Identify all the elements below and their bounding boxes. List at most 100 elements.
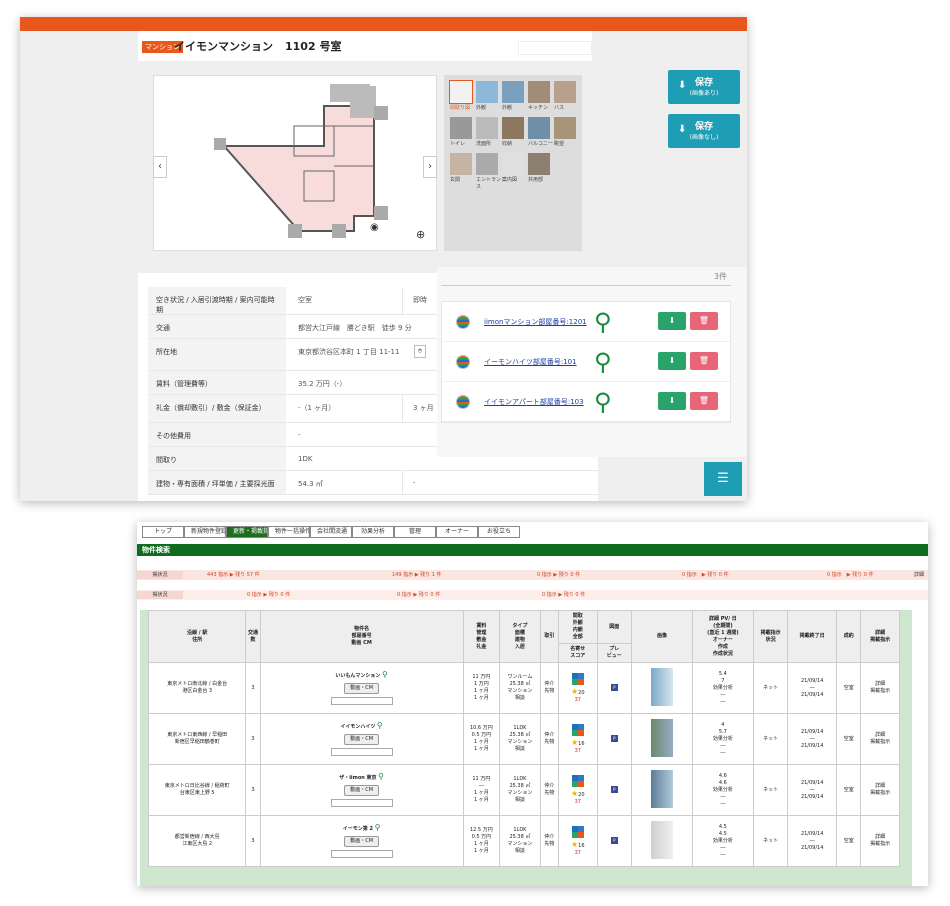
video-cm-button[interactable]: 動画・CM xyxy=(344,734,380,745)
name-cell: イーモン第 2 ⚲ 動画・CM xyxy=(259,815,464,867)
image-cell xyxy=(631,764,693,816)
building-image[interactable] xyxy=(650,718,673,757)
col-detail: 詳細 掲載指示 xyxy=(860,610,900,663)
next-image-button[interactable]: › xyxy=(423,156,437,178)
thumbnail-label: バス xyxy=(554,105,565,111)
col-name: 物件名 部屋番号 動画 CM xyxy=(259,610,464,663)
property-name[interactable]: イーモン第 2 xyxy=(343,826,373,832)
preview-cell: P xyxy=(596,713,633,765)
contract-cell: 空室 xyxy=(836,764,862,816)
map-pin-icon[interactable]: ⌾ xyxy=(414,345,427,358)
room-number-input[interactable] xyxy=(330,850,393,858)
preview-button[interactable]: P xyxy=(610,735,618,742)
common-area-thumb[interactable] xyxy=(528,153,550,175)
title-bar: マンション イイモンマンション 1102 号室 xyxy=(138,31,592,61)
preview-button[interactable]: P xyxy=(610,837,618,844)
detail-cell[interactable]: 詳細 掲載指示 xyxy=(860,713,900,765)
storage-thumb[interactable] xyxy=(502,117,524,139)
prev-image-button[interactable]: ‹ xyxy=(153,156,167,178)
info-key: 空き状況 / 入居引渡時期 / 案内可能時期 xyxy=(148,287,286,314)
save-without-images-button[interactable]: ⬇ 保存 (画像なし) xyxy=(668,114,740,148)
delete-button[interactable]: 🗑 xyxy=(690,392,718,410)
kitchen-thumb[interactable] xyxy=(528,81,550,103)
type-cell: ワンルーム 25.38 ㎡ マンション 相談 xyxy=(499,662,541,714)
nav-tab[interactable]: 会社間流通 xyxy=(310,526,352,538)
detail-cell[interactable]: 詳細 掲載指示 xyxy=(860,764,900,816)
score-37: 37 xyxy=(574,798,581,805)
detail-cell[interactable]: 詳細 掲載指示 xyxy=(860,815,900,867)
video-cm-button[interactable]: 動画・CM xyxy=(344,836,380,847)
detail-cell[interactable]: 詳細 掲載指示 xyxy=(860,662,900,714)
room-number-input[interactable] xyxy=(330,799,393,807)
floorplan-thumb[interactable] xyxy=(449,80,473,104)
related-properties-list: iimonマンション部屋番号:1201 ⚲ ⬇ 🗑 イーモンハイツ部屋番号:101 ⚲ ⬇ 🗑… xyxy=(441,301,731,423)
list-view-button[interactable]: ☰ xyxy=(704,462,742,496)
walk-cell: 3 xyxy=(245,764,261,816)
magnifier-icon[interactable]: ⚲ xyxy=(594,348,612,376)
name-cell: いいもんマンション ⚲ 動画・CM xyxy=(259,662,464,714)
zoom-in-icon[interactable]: ⊕ xyxy=(416,228,425,241)
image-cell xyxy=(631,713,693,765)
exterior-thumb[interactable] xyxy=(476,81,498,103)
lobby-thumb[interactable] xyxy=(476,153,498,175)
download-button[interactable]: ⬇ xyxy=(658,312,686,330)
property-name[interactable]: いいもんマンション xyxy=(335,673,380,679)
video-cm-button[interactable]: 動画・CM xyxy=(344,683,380,694)
nav-tab[interactable]: 新規物件登録 xyxy=(184,526,226,538)
download-button[interactable]: ⬇ xyxy=(658,392,686,410)
nav-tab[interactable]: 効果分析 xyxy=(352,526,394,538)
thumbnail-label: 洗面所 xyxy=(476,141,492,147)
nav-tab[interactable]: トップ xyxy=(142,526,184,538)
main-nav: トップ新規物件登録更新・掲載指示物件一括操作会社間流通効果分析管理オーナーお役立… xyxy=(142,526,520,538)
property-name[interactable]: ザ・iimon 東京 xyxy=(339,775,376,781)
delete-button[interactable]: 🗑 xyxy=(690,312,718,330)
deal-cell: 仲介 先物 xyxy=(539,764,559,816)
search-icon[interactable]: ⚲ xyxy=(377,721,383,730)
delete-button[interactable]: 🗑 xyxy=(690,352,718,370)
property-name[interactable]: イイモンハイツ xyxy=(340,724,375,730)
toilet-thumb[interactable] xyxy=(450,117,472,139)
col-walk: 交通数 xyxy=(245,610,261,663)
room-number-input[interactable] xyxy=(330,697,393,705)
nav-tab[interactable]: オーナー xyxy=(436,526,478,538)
map-thumb[interactable] xyxy=(502,153,524,175)
info-value-2: 即時 xyxy=(402,287,437,314)
info-key: 交通 xyxy=(148,315,286,338)
search-icon[interactable]: ⚲ xyxy=(378,772,384,781)
building-image[interactable] xyxy=(650,667,673,706)
related-property-link[interactable]: iimonマンション部屋番号:1201 xyxy=(484,317,587,327)
video-cm-button[interactable]: 動画・CM xyxy=(344,785,380,796)
search-icon[interactable]: ⚲ xyxy=(375,823,381,832)
exterior-thumb[interactable] xyxy=(502,81,524,103)
col-type: タイプ 面積 建物 入居 xyxy=(499,610,541,663)
results-table-wrapper: 沿線 / 駅 住所 交通数 物件名 部屋番号 動画 CM 賃料 管理 敷金 礼金… xyxy=(140,610,912,886)
preview-button[interactable]: P xyxy=(610,684,618,691)
related-property-link[interactable]: イーモンハイツ部屋番号:101 xyxy=(484,357,577,367)
nav-tab[interactable]: お役立ち xyxy=(478,526,520,538)
magnifier-icon[interactable]: ⚲ xyxy=(594,388,612,416)
washroom-thumb[interactable] xyxy=(476,117,498,139)
building-image[interactable] xyxy=(650,820,673,859)
nav-tab[interactable]: 更新・掲載指示 xyxy=(226,526,268,538)
related-property-link[interactable]: イイモンアパート部屋番号:103 xyxy=(484,397,584,407)
download-button[interactable]: ⬇ xyxy=(658,352,686,370)
room-number-input[interactable] xyxy=(330,748,393,756)
info-key: その他費用 xyxy=(148,423,286,446)
bath-thumb[interactable] xyxy=(554,81,576,103)
preview-button[interactable]: P xyxy=(610,786,618,793)
search-icon[interactable]: ⚲ xyxy=(382,670,388,679)
related-properties-panel: 3件 iimonマンション部屋番号:1201 ⚲ ⬇ 🗑 イーモンハイツ部屋番号:101… xyxy=(437,267,747,457)
info-value: 1DK xyxy=(298,455,313,463)
image-thumbnails: 間取り図 外観 外観 キッチン バス トイレ 洗面所 収納 バルコニー 眺望 玄関 エントランス 案内図… xyxy=(444,75,582,251)
nav-tab[interactable]: 物件一括操作 xyxy=(268,526,310,538)
view-thumb[interactable] xyxy=(554,117,576,139)
status-detail-link[interactable]: 詳細 xyxy=(914,571,924,578)
entrance-thumb[interactable] xyxy=(450,153,472,175)
magnifier-icon[interactable]: ⚲ xyxy=(594,308,612,336)
thumbnail-label: 外観 xyxy=(476,105,487,111)
info-value-2: - xyxy=(402,471,426,494)
building-image[interactable] xyxy=(650,769,673,808)
nav-tab[interactable]: 管理 xyxy=(394,526,436,538)
balcony-thumb[interactable] xyxy=(528,117,550,139)
save-with-images-button[interactable]: ⬇ 保存 (画像あり) xyxy=(668,70,740,104)
